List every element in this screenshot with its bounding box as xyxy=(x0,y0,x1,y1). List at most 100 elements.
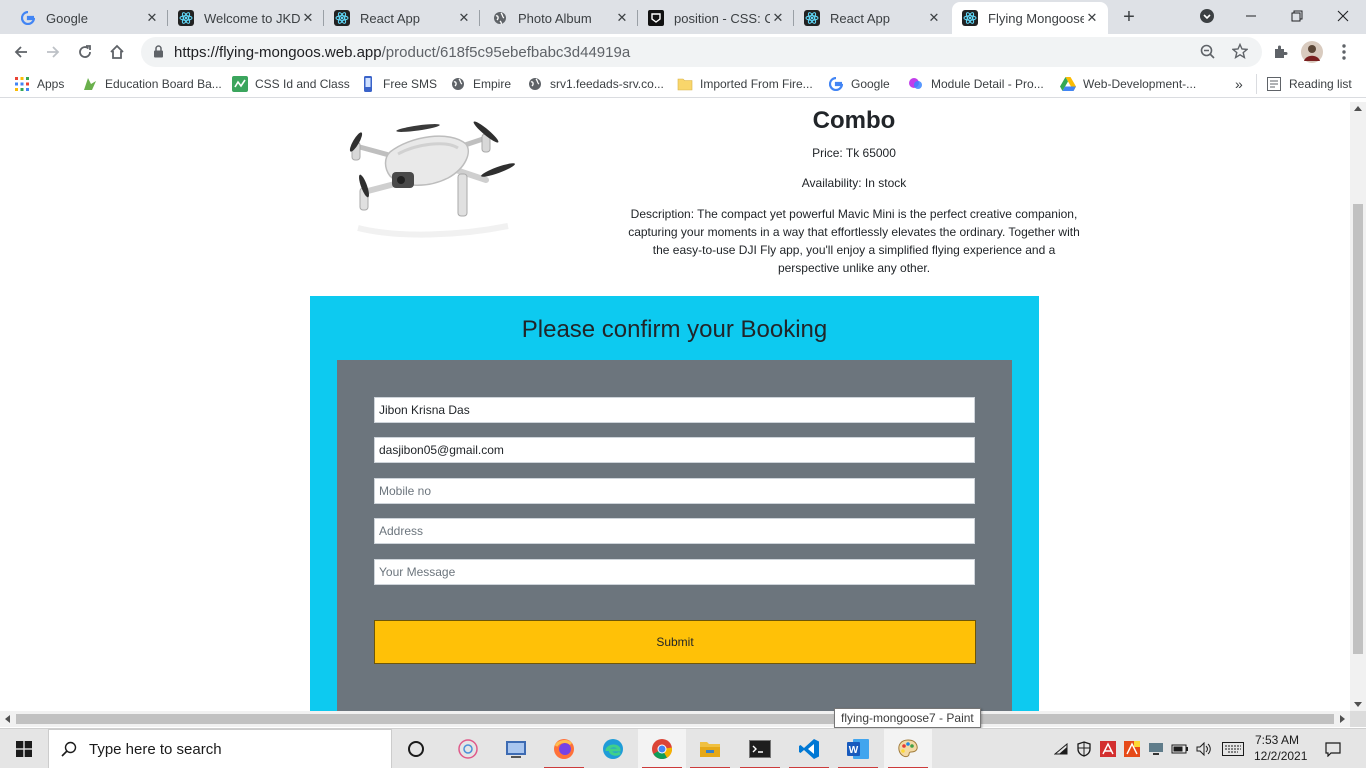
name-input[interactable] xyxy=(374,397,975,423)
tab-title: Flying Mongoose xyxy=(988,10,1084,26)
bookmark-imported-firefox[interactable]: Imported From Fire... xyxy=(677,75,813,93)
lock-icon[interactable] xyxy=(153,45,164,63)
control-panel-icon[interactable] xyxy=(492,729,540,768)
url-text: https://flying-mongoos.web.app/product/6… xyxy=(174,44,630,61)
email-input[interactable] xyxy=(374,437,975,463)
submit-button[interactable]: Submit xyxy=(374,620,976,664)
mobile-input[interactable] xyxy=(374,478,975,504)
new-tab-icon[interactable]: + xyxy=(1118,6,1140,28)
vertical-scroll-thumb[interactable] xyxy=(1353,204,1363,654)
browser-toolbar: https://flying-mongoos.web.app/product/6… xyxy=(0,34,1366,70)
edge-icon[interactable] xyxy=(589,729,637,768)
menu-kebab-icon[interactable] xyxy=(1331,39,1357,65)
windows-start-icon[interactable] xyxy=(0,729,48,768)
bookmark-srv1-feedads[interactable]: srv1.feedads-srv.co... xyxy=(527,75,664,93)
vscode-icon[interactable] xyxy=(785,729,833,768)
bookmark-free-sms[interactable]: Free SMS xyxy=(360,75,437,93)
reload-icon[interactable] xyxy=(72,39,98,65)
terminal-icon[interactable] xyxy=(736,729,784,768)
home-icon[interactable] xyxy=(104,39,130,65)
tab-flying-mongoose[interactable]: Flying Mongoose ✕ xyxy=(952,2,1108,34)
tab-strip: Google ✕ Welcome to JKD's ✕ React App ✕ … xyxy=(0,0,1366,34)
bookmark-label: srv1.feedads-srv.co... xyxy=(550,77,664,91)
extensions-icon[interactable] xyxy=(1267,39,1293,65)
forward-icon[interactable] xyxy=(40,39,66,65)
bookmark-star-icon[interactable] xyxy=(1231,42,1249,64)
volume-icon[interactable] xyxy=(1194,729,1214,768)
tab-react-app-1[interactable]: React App ✕ xyxy=(324,4,480,32)
reading-list-button[interactable]: Reading list xyxy=(1266,75,1352,93)
keyboard-icon[interactable] xyxy=(1220,729,1246,768)
more-bookmarks-chevron-icon[interactable]: » xyxy=(1235,75,1243,93)
bookmark-apps[interactable]: Apps xyxy=(14,75,64,93)
close-tab-icon[interactable]: ✕ xyxy=(614,10,630,26)
adobe-icon[interactable] xyxy=(1098,729,1118,768)
minimize-icon[interactable] xyxy=(1228,0,1274,32)
notification-icon[interactable] xyxy=(1316,729,1350,768)
tab-position-css[interactable]: position - CSS: Ca ✕ xyxy=(638,4,794,32)
tab-search-icon[interactable] xyxy=(1184,0,1230,32)
bookmark-label: Education Board Ba... xyxy=(105,77,222,91)
taskbar-clock[interactable]: 7:53 AM 12/2/2021 xyxy=(1254,732,1308,764)
tab-title: Photo Album xyxy=(518,10,592,26)
tab-google[interactable]: Google ✕ xyxy=(10,4,168,32)
cortana-icon[interactable] xyxy=(392,729,440,768)
file-explorer-icon[interactable] xyxy=(686,729,734,768)
tab-title: position - CSS: Ca xyxy=(674,10,770,26)
shield-icon[interactable] xyxy=(1074,729,1094,768)
bookmark-empire[interactable]: Empire xyxy=(450,75,511,93)
address-bar[interactable]: https://flying-mongoos.web.app/product/6… xyxy=(141,37,1262,67)
tab-photo-album[interactable]: Photo Album ✕ xyxy=(482,4,638,32)
product-availability: Availability: In stock xyxy=(801,176,907,190)
close-window-icon[interactable] xyxy=(1320,0,1366,32)
task-view-icon[interactable] xyxy=(444,729,492,768)
display-icon[interactable] xyxy=(1146,729,1166,768)
vertical-scrollbar[interactable] xyxy=(1350,102,1366,711)
chrome-icon[interactable] xyxy=(638,729,686,768)
tab-react-app-2[interactable]: React App ✕ xyxy=(794,4,950,32)
word-icon[interactable]: W xyxy=(834,729,882,768)
close-tab-icon[interactable]: ✕ xyxy=(926,10,942,26)
scroll-right-icon[interactable] xyxy=(1340,715,1345,723)
zoom-icon[interactable] xyxy=(1200,44,1216,65)
close-tab-icon[interactable]: ✕ xyxy=(1084,10,1100,26)
message-input[interactable] xyxy=(374,559,975,585)
react-icon xyxy=(962,10,978,26)
close-tab-icon[interactable]: ✕ xyxy=(144,10,160,26)
horizontal-scroll-thumb[interactable] xyxy=(16,714,1334,724)
battery-icon[interactable] xyxy=(1170,729,1190,768)
firefox-icon[interactable] xyxy=(540,729,588,768)
bookmark-google[interactable]: Google xyxy=(828,75,890,93)
address-input[interactable] xyxy=(374,518,975,544)
taskbar-search-box[interactable]: Type here to search xyxy=(48,729,392,768)
bookmark-css-id-class[interactable]: CSS Id and Class xyxy=(232,75,350,93)
bookmark-module-detail[interactable]: Module Detail - Pro... xyxy=(908,75,1044,93)
scroll-down-icon[interactable] xyxy=(1354,702,1362,707)
bookmark-education-board[interactable]: Education Board Ba... xyxy=(82,75,222,93)
paint-icon[interactable] xyxy=(884,729,932,768)
scroll-left-icon[interactable] xyxy=(5,715,10,723)
product-name: Combo xyxy=(812,107,896,134)
bookmark-label: Imported From Fire... xyxy=(700,77,813,91)
scroll-up-icon[interactable] xyxy=(1354,106,1362,111)
horizontal-scrollbar[interactable] xyxy=(0,711,1350,727)
tab-welcome-jkd[interactable]: Welcome to JKD's ✕ xyxy=(168,4,324,32)
google-drive-icon xyxy=(1060,76,1076,92)
restore-icon[interactable] xyxy=(1274,0,1320,32)
css-icon xyxy=(232,76,248,92)
tab-title: Google xyxy=(46,10,88,26)
adobe-update-icon[interactable] xyxy=(1122,729,1142,768)
bookmark-web-development[interactable]: Web-Development-... xyxy=(1060,75,1196,93)
folder-icon xyxy=(677,76,693,92)
close-tab-icon[interactable]: ✕ xyxy=(300,10,316,26)
booking-section: Please confirm your Booking Submit xyxy=(310,296,1039,711)
clock-date: 12/2/2021 xyxy=(1254,749,1308,763)
close-tab-icon[interactable]: ✕ xyxy=(770,10,786,26)
booking-form: Submit xyxy=(337,360,1012,711)
wifi-icon[interactable] xyxy=(1052,729,1070,768)
product-description: Description: The compact yet powerful Ma… xyxy=(628,207,1080,275)
url-path: /product/618f5c95ebefbabc3d44919a xyxy=(381,44,631,61)
back-icon[interactable] xyxy=(8,39,34,65)
close-tab-icon[interactable]: ✕ xyxy=(456,10,472,26)
profile-avatar[interactable] xyxy=(1299,39,1325,65)
